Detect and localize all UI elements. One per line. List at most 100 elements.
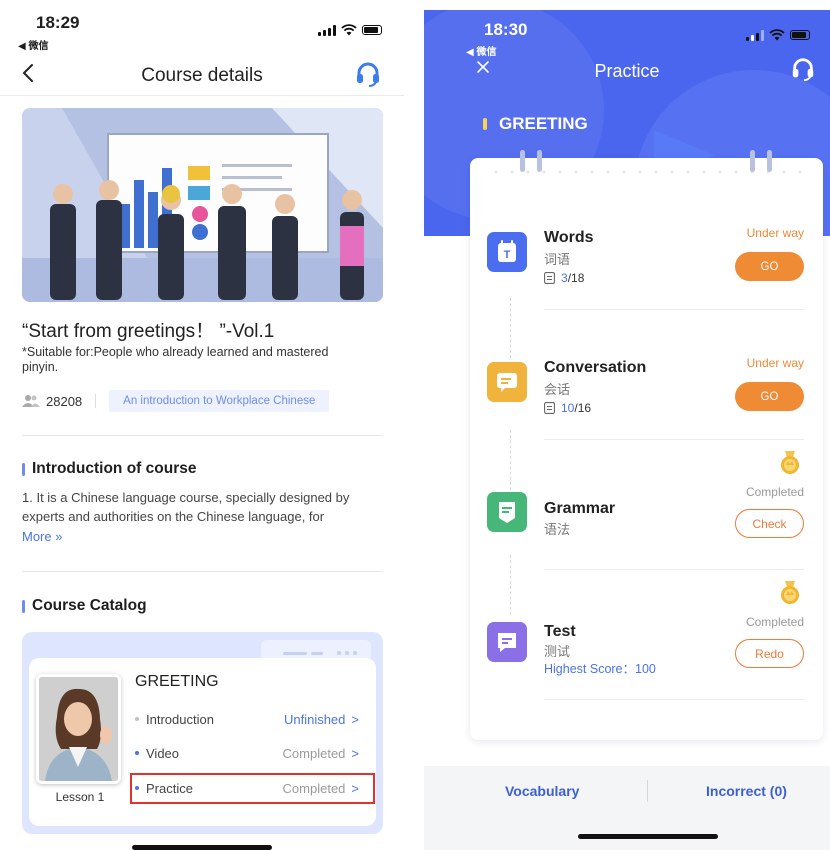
- course-meta: 28208 An introduction to Workplace Chine…: [22, 390, 330, 412]
- signal-icon: [746, 29, 764, 41]
- learners-icon: [22, 395, 40, 407]
- more-link[interactable]: More »: [22, 529, 62, 544]
- progress-total: /16: [574, 401, 592, 415]
- task-connector: [510, 298, 511, 358]
- task-status: Under way: [746, 226, 804, 240]
- task-grammar: Grammar 语法 Completed Check: [487, 450, 804, 580]
- page-title: Course details: [141, 65, 263, 86]
- conversation-icon: [487, 362, 527, 402]
- back-to-wechat-link[interactable]: ◀ 微信: [18, 37, 48, 52]
- task-progress: 3/18: [544, 271, 584, 285]
- task-divider: [544, 569, 804, 570]
- task-divider: [544, 699, 804, 700]
- chevron-right-icon: >: [351, 745, 359, 761]
- grammar-check-button[interactable]: Check: [735, 509, 804, 538]
- task-name-chinese: 词语: [544, 252, 571, 267]
- task-status: Completed: [745, 485, 804, 499]
- battery-icon: [362, 25, 382, 35]
- document-icon: [544, 272, 555, 284]
- status-time: 18:29: [36, 13, 80, 32]
- medal-icon: [781, 581, 799, 604]
- row-status: Unfinished: [283, 711, 346, 727]
- course-category-tag[interactable]: An introduction to Workplace Chinese: [109, 390, 330, 412]
- home-indicator: [132, 845, 272, 850]
- status-icons: [746, 29, 810, 41]
- lesson-title: GREETING: [135, 673, 219, 690]
- course-details-screen: 18:29 ◀ 微信 Course details “Start from gr…: [0, 0, 404, 850]
- document-icon: [544, 402, 555, 414]
- customer-service-headset-icon[interactable]: [354, 60, 382, 88]
- lesson-label: Lesson 1: [55, 790, 105, 804]
- task-words: T Words 词语 3/18 Under way GO: [487, 224, 804, 354]
- course-suitable-for: *Suitable for:People who already learned…: [22, 345, 329, 374]
- notebook-ring-icon: [750, 150, 772, 176]
- test-redo-button[interactable]: Redo: [735, 639, 804, 668]
- task-divider: [544, 309, 804, 310]
- conversation-go-button[interactable]: GO: [735, 382, 804, 411]
- heading-accent-bar: [22, 599, 25, 613]
- home-indicator: [578, 834, 718, 839]
- task-test: Test 测试 Highest Score：100 Completed Redo: [487, 580, 804, 710]
- row-status: Completed: [282, 745, 346, 761]
- incorrect-tab[interactable]: Incorrect (0): [706, 783, 787, 799]
- course-hero-image: [22, 108, 383, 302]
- task-status: Completed: [745, 615, 804, 629]
- test-icon: [487, 622, 527, 662]
- practice-screen: 18:30 ◀ 微信 Practice GREETING T Words 词语 …: [424, 0, 830, 850]
- section-divider: [22, 435, 383, 436]
- notebook-ring-icon: [520, 150, 542, 176]
- back-to-wechat-link[interactable]: ◀ 微信: [466, 43, 496, 58]
- vocabulary-tab[interactable]: Vocabulary: [505, 783, 579, 799]
- catalog-heading: Course Catalog: [22, 597, 147, 615]
- intro-heading: Introduction of course: [22, 460, 196, 478]
- task-name: Words: [544, 229, 594, 246]
- task-progress: 10/16: [544, 401, 591, 415]
- chevron-right-icon: >: [351, 711, 359, 727]
- course-title: “Start from greetings！ ”-Vol.1: [22, 321, 275, 342]
- progress-current: 10: [561, 401, 575, 415]
- section-title-text: GREETING: [499, 114, 588, 133]
- section-title: GREETING: [483, 114, 588, 134]
- customer-service-headset-icon[interactable]: [790, 56, 816, 82]
- wifi-icon: [769, 29, 785, 41]
- nav-bar: Course details: [0, 56, 404, 96]
- lesson-thumbnail[interactable]: [36, 674, 121, 784]
- bottom-bar-divider: [647, 780, 648, 802]
- catalog-row-video[interactable]: Video Completed >: [135, 742, 359, 764]
- row-bullet: [135, 751, 139, 755]
- task-status: Under way: [746, 356, 804, 370]
- progress-current: 3: [561, 271, 568, 285]
- highest-score: Highest Score：100: [544, 662, 656, 676]
- task-name-chinese: 会话: [544, 382, 571, 397]
- medal-icon: [781, 451, 799, 474]
- practice-highlight-box: [130, 773, 375, 804]
- signal-icon: [318, 24, 336, 36]
- svg-text:T: T: [504, 249, 511, 261]
- section-accent-bar: [483, 118, 487, 130]
- task-name-chinese: 语法: [544, 522, 571, 537]
- row-bullet: [135, 717, 139, 721]
- meta-divider: [95, 394, 97, 408]
- status-time: 18:30: [484, 20, 528, 39]
- status-bar: 18:30 ◀ 微信: [424, 0, 830, 58]
- learner-count: 28208: [46, 393, 83, 409]
- catalog-heading-text: Course Catalog: [32, 597, 147, 614]
- intro-text: 1. It is a Chinese language course, spec…: [22, 490, 350, 524]
- row-label: Introduction: [146, 711, 214, 727]
- wifi-icon: [341, 24, 357, 36]
- intro-heading-text: Introduction of course: [32, 460, 197, 477]
- words-go-button[interactable]: GO: [735, 252, 804, 281]
- page-title: Practice: [594, 61, 660, 81]
- grammar-icon: [487, 492, 527, 532]
- words-icon: T: [487, 232, 527, 272]
- heading-accent-bar: [22, 462, 25, 476]
- row-label: Video: [146, 745, 180, 761]
- status-icons: [318, 24, 382, 36]
- progress-total: /18: [567, 271, 585, 285]
- catalog-row-introduction[interactable]: Introduction Unfinished >: [135, 708, 359, 730]
- section-divider: [22, 571, 383, 572]
- task-divider: [544, 439, 804, 440]
- status-bar: 18:29 ◀ 微信: [0, 0, 404, 56]
- task-name: Conversation: [544, 359, 647, 376]
- battery-icon: [790, 30, 810, 40]
